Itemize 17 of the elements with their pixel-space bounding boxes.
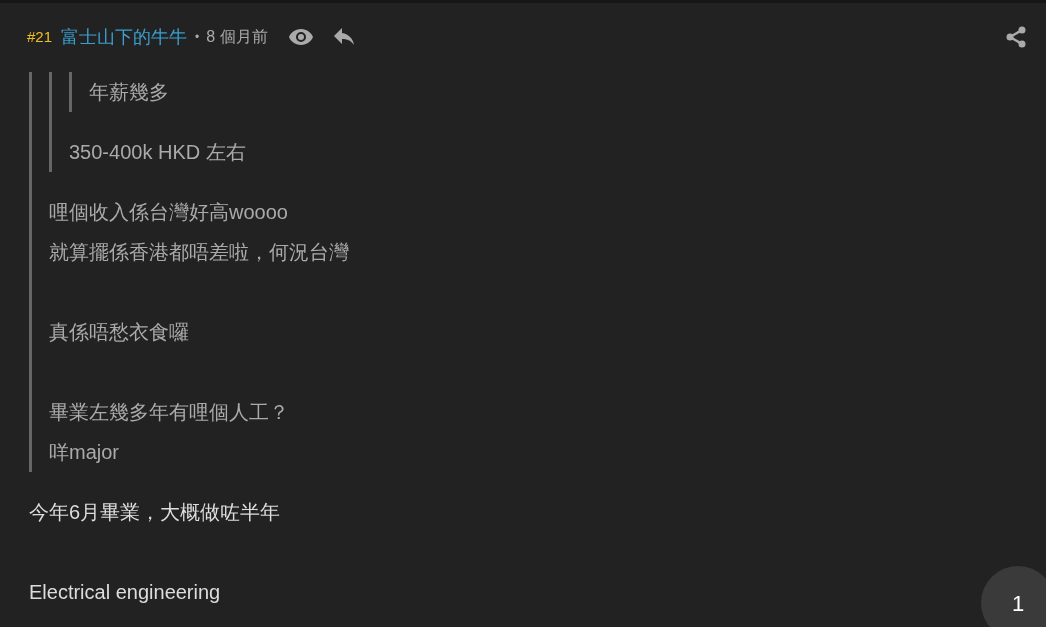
text-line: 真係唔愁衣食囉 <box>49 320 189 345</box>
text-line: 年薪幾多 <box>89 80 169 105</box>
text-line: 350-400k HKD 左右 <box>69 140 246 165</box>
text-line: Electrical engineering <box>29 580 221 605</box>
reply-icon[interactable] <box>332 28 355 46</box>
separator: • <box>195 29 200 46</box>
author-name[interactable]: 富士山下的牛牛 <box>61 23 188 51</box>
text-line: 畢業左幾多年有哩個人工？ <box>49 400 289 425</box>
eye-icon[interactable] <box>287 28 314 46</box>
text-line: 哩個收入係台灣好高woooo <box>49 200 288 225</box>
text-line: 就算擺係香港都唔差啦，何況台灣 <box>49 240 349 265</box>
text-line: 咩major <box>49 440 119 465</box>
post-time: 8 個月前 <box>206 27 268 47</box>
page-button[interactable]: 1 <box>981 566 1046 627</box>
text-line: 今年6月畢業，大概做咗半年 <box>29 500 281 525</box>
share-icon[interactable] <box>1006 26 1026 48</box>
post-number: #21 <box>27 26 53 47</box>
